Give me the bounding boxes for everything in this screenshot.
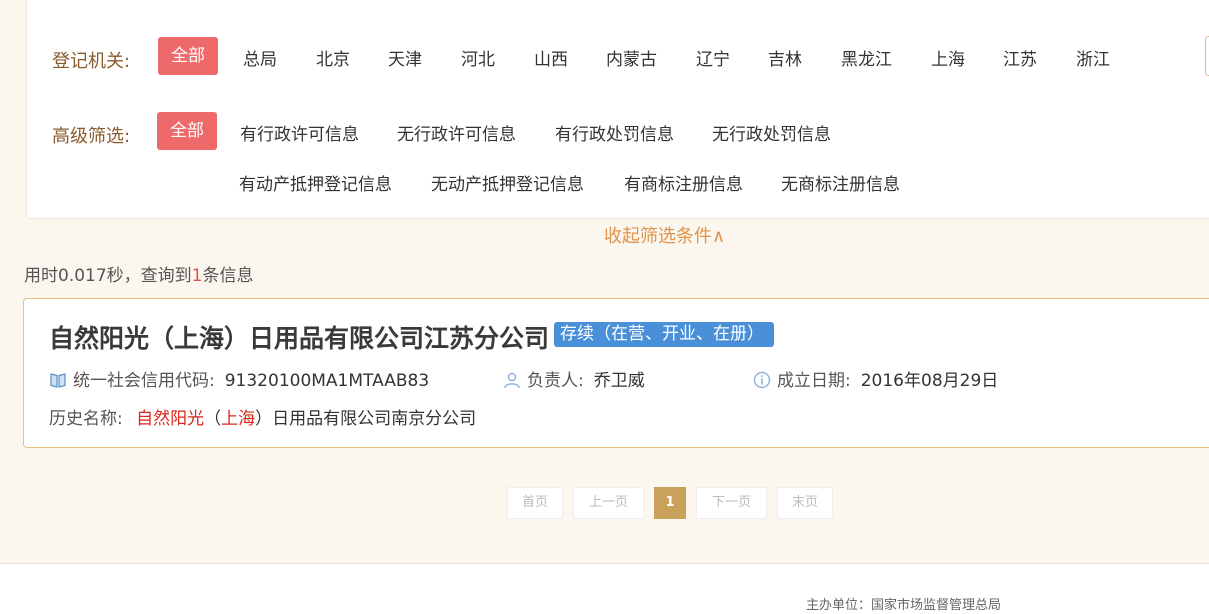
credit-code-label: 统一社会信用代码: [73, 371, 215, 391]
advanced-chip-has-mortgage[interactable]: 有动产抵押登记信息 [239, 170, 392, 195]
stats-prefix: 用时 [24, 266, 58, 286]
history-name-row: 历史名称: 自然阳光（上海）日用品有限公司南京分公司 [49, 404, 476, 429]
advanced-filter-label: 高级筛选: [52, 126, 131, 147]
registration-chip-shanxi[interactable]: 山西 [534, 45, 568, 70]
registration-chip-all[interactable]: 全部 [158, 37, 218, 75]
stats-mid: 秒，查询到 [106, 266, 192, 286]
prev-page-button[interactable]: 上一页 [573, 487, 644, 519]
advanced-chip-no-license[interactable]: 无行政许可信息 [397, 120, 516, 145]
advanced-chip-no-mortgage[interactable]: 无动产抵押登记信息 [431, 170, 584, 195]
status-badge: 存续（在营、开业、在册） [554, 322, 774, 347]
registration-chip-hebei[interactable]: 河北 [461, 45, 495, 70]
registration-chip-heilongjiang[interactable]: 黑龙江 [841, 45, 892, 70]
registration-chip-zhejiang[interactable]: 浙江 [1076, 45, 1110, 70]
history-highlight-2: 上海 [221, 409, 256, 429]
book-icon [49, 371, 67, 389]
person-row: 负责人: 乔卫威 [503, 366, 645, 391]
person-label: 负责人: [527, 371, 584, 391]
registration-chip-jilin[interactable]: 吉林 [768, 45, 802, 70]
stats-time: 0.017 [58, 266, 107, 286]
stats-count: 1 [191, 266, 203, 286]
date-value: 2016年08月29日 [860, 371, 999, 391]
registration-filter-label: 登记机关: [52, 51, 131, 72]
person-value: 乔卫威 [593, 371, 645, 391]
advanced-chip-no-penalty[interactable]: 无行政处罚信息 [712, 120, 831, 145]
advanced-chip-all[interactable]: 全部 [157, 112, 217, 150]
advanced-chip-has-trademark[interactable]: 有商标注册信息 [624, 170, 743, 195]
credit-code-value: 91320100MA1MTAAB83 [224, 371, 430, 391]
date-row: 成立日期: 2016年08月29日 [753, 366, 998, 391]
next-page-button[interactable]: 下一页 [696, 487, 767, 519]
registration-chip-liaoning[interactable]: 辽宁 [696, 45, 730, 70]
query-stats: 用时0.017秒，查询到1条信息 [24, 261, 254, 286]
advanced-chip-has-penalty[interactable]: 有行政处罚信息 [555, 120, 674, 145]
advanced-chip-has-license[interactable]: 有行政许可信息 [240, 120, 359, 145]
person-icon [503, 371, 521, 389]
history-highlight-1: 自然阳光 [136, 409, 205, 429]
first-page-button[interactable]: 首页 [507, 487, 563, 519]
page-1-button[interactable]: 1 [654, 487, 686, 519]
history-paren-close: ） [255, 409, 273, 429]
more-regions-button[interactable] [1205, 36, 1209, 76]
registration-chip-tianjin[interactable]: 天津 [388, 45, 422, 70]
stats-suffix: 条信息 [202, 266, 254, 286]
footer [0, 564, 1209, 614]
info-circle-icon [753, 371, 771, 389]
registration-chip-shanghai[interactable]: 上海 [931, 45, 965, 70]
filter-panel [26, 0, 1209, 219]
company-name-link[interactable]: 自然阳光（上海）日用品有限公司江苏分公司 [49, 319, 549, 355]
registration-chip-neimenggu[interactable]: 内蒙古 [606, 45, 657, 70]
last-page-button[interactable]: 末页 [777, 487, 833, 519]
advanced-chip-no-trademark[interactable]: 无商标注册信息 [781, 170, 900, 195]
date-label: 成立日期: [777, 371, 851, 391]
history-paren-open: （ [204, 409, 222, 429]
history-label: 历史名称: [49, 409, 123, 429]
credit-code-row: 统一社会信用代码: 91320100MA1MTAAB83 [49, 366, 429, 391]
collapse-filters-link[interactable]: 收起筛选条件∧ [604, 222, 725, 248]
footer-sponsor: 主办单位：国家市场监督管理总局 [806, 598, 1002, 613]
registration-chip-zongju[interactable]: 总局 [243, 45, 277, 70]
registration-chip-jiangsu[interactable]: 江苏 [1003, 45, 1037, 70]
registration-chip-beijing[interactable]: 北京 [316, 45, 350, 70]
history-rest: 日用品有限公司南京分公司 [272, 409, 477, 429]
